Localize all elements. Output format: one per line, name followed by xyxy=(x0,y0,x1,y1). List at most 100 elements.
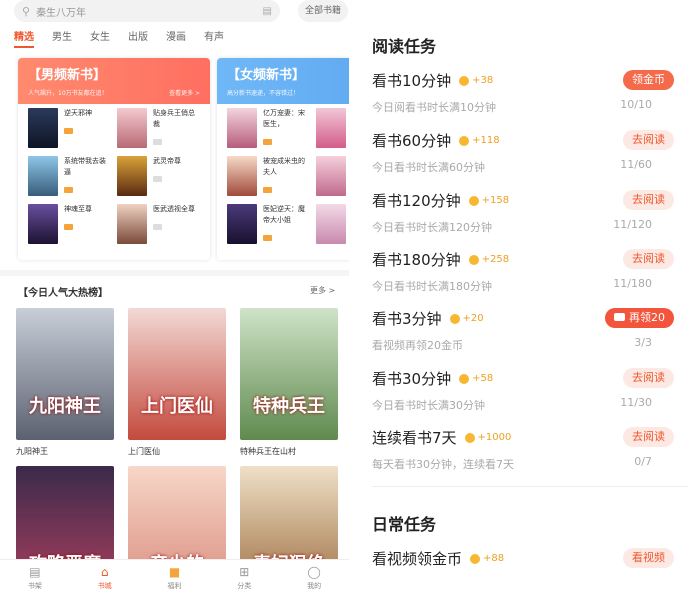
book-badge xyxy=(64,128,73,134)
coin-icon xyxy=(464,432,475,443)
book-cover xyxy=(316,156,346,196)
list-item[interactable]: 神魂至尊 xyxy=(28,204,111,246)
tab-female[interactable]: 女生 xyxy=(90,28,110,48)
tasks-panel: 阅读任务 看书10分钟 +38 今日阅看书时长满10分钟 领金币 10/10 看书… xyxy=(352,0,688,597)
go-read-button[interactable]: 去阅读 xyxy=(623,368,674,388)
task-progress: 3/3 xyxy=(634,336,652,349)
book-title: 九阳神王 xyxy=(16,447,48,456)
book-title: 神魂至尊 xyxy=(64,205,92,213)
reading-tasks-title: 阅读任务 xyxy=(372,37,437,56)
task-reward: +118 xyxy=(472,135,500,146)
nav-label: 福利 xyxy=(167,582,182,590)
list-item[interactable] xyxy=(316,108,349,150)
list-item[interactable]: 系统带我去装逼 xyxy=(28,156,111,198)
list-item[interactable]: 医武透视全尊 xyxy=(117,204,200,246)
list-item[interactable]: 武灵帝尊 xyxy=(117,156,200,198)
list-item[interactable]: 被宠成米虫的夫人 xyxy=(227,156,310,198)
nav-label: 书架 xyxy=(27,582,42,590)
go-read-button[interactable]: 去阅读 xyxy=(623,130,674,150)
coin-icon xyxy=(459,135,470,146)
search-icon: ⚲ xyxy=(22,4,31,18)
claim-coins-button[interactable]: 领金币 xyxy=(623,70,674,90)
go-read-button[interactable]: 去阅读 xyxy=(623,427,674,447)
watch-video-button[interactable]: 看视频 xyxy=(623,548,674,568)
nav-profile[interactable]: ◯ 我的 xyxy=(279,560,349,597)
male-card-header: 【男频新书】 人气飙升，10万书友都在追！ 查看更多 > xyxy=(18,58,210,104)
list-item[interactable]: 上门医仙 上门医仙 xyxy=(128,308,226,457)
book-cover xyxy=(227,204,257,244)
go-read-button[interactable]: 去阅读 xyxy=(623,190,674,210)
female-card-header: 【女频新书】 高分新书速递，不容错过！ xyxy=(217,58,349,104)
tab-male[interactable]: 男生 xyxy=(52,28,72,48)
list-item[interactable] xyxy=(316,204,349,246)
book-title: 医武透视全尊 xyxy=(153,205,195,213)
book-title: 系统带我去装逼 xyxy=(64,157,106,176)
nav-rewards[interactable]: ■ 福利 xyxy=(140,560,210,597)
book-badge xyxy=(64,224,73,230)
book-cover xyxy=(28,156,58,196)
female-card-subtitle: 高分新书速递，不容错过！ xyxy=(227,90,300,97)
list-item[interactable]: 医妃逆天：魔帝大小姐 xyxy=(227,204,310,246)
female-book-grid: 亿万宠妻：宋医生， 被宠成米虫的夫人 医妃逆天：魔帝大小姐 xyxy=(217,104,349,250)
grid-icon: ⊞ xyxy=(239,565,250,579)
scan-icon[interactable]: ▤ xyxy=(263,6,272,17)
go-read-button[interactable]: 去阅读 xyxy=(623,249,674,269)
nav-bookstore[interactable]: ⌂ 书城 xyxy=(70,560,140,597)
list-item[interactable]: 逆天邪神 xyxy=(28,108,111,150)
coin-icon xyxy=(468,254,479,265)
book-badge xyxy=(64,187,73,193)
task-progress: 11/180 xyxy=(613,277,652,290)
nav-label: 分类 xyxy=(237,582,252,590)
cover-title: 上门医仙 xyxy=(141,396,213,417)
watch-video-button[interactable]: 再领20 xyxy=(605,308,674,328)
male-card-title: 【男频新书】 xyxy=(28,68,107,83)
nav-label: 我的 xyxy=(307,582,322,590)
nav-categories[interactable]: ⊞ 分类 xyxy=(209,560,279,597)
tab-featured[interactable]: 精选 xyxy=(14,28,34,48)
search-placeholder: 秦生八万年 xyxy=(36,7,87,19)
bookshelf-icon: ▤ xyxy=(29,565,41,579)
list-item[interactable]: 九阳神王 九阳神王 xyxy=(16,308,114,457)
task-reward: +20 xyxy=(462,313,484,324)
hot-list-more-link[interactable]: 更多 > xyxy=(310,285,335,296)
book-cover xyxy=(227,156,257,196)
daily-tasks-title: 日常任务 xyxy=(372,515,437,534)
hot-list-title: 【今日人气大热榜】 xyxy=(18,288,108,299)
list-item[interactable]: 亿万宠妻：宋医生， xyxy=(227,108,310,150)
male-new-books-card[interactable]: 【男频新书】 人气飙升，10万书友都在追！ 查看更多 > 逆天邪神 贴身兵王俏总裁… xyxy=(18,58,210,260)
book-badge xyxy=(263,139,272,145)
category-tabs: 精选 男生 女生 出版 漫画 有声 xyxy=(14,28,224,48)
tab-audio[interactable]: 有声 xyxy=(204,28,224,48)
task-name: 看视频领金币 xyxy=(372,550,463,568)
task-name: 看书180分钟 xyxy=(372,251,461,269)
book-cover xyxy=(28,204,58,244)
list-item[interactable]: 特种兵王 特种兵王在山村 xyxy=(240,308,338,457)
list-item[interactable] xyxy=(316,156,349,198)
task-name: 连续看书7天 xyxy=(372,429,457,447)
task-reward: +58 xyxy=(472,373,494,384)
book-badge xyxy=(263,235,272,241)
book-title: 贴身兵王俏总裁 xyxy=(153,109,195,128)
search-input[interactable]: ⚲ 秦生八万年 ▤ xyxy=(14,0,280,22)
task-name: 看书3分钟 xyxy=(372,310,442,328)
book-badge xyxy=(263,187,272,193)
tab-comics[interactable]: 漫画 xyxy=(166,28,186,48)
bottom-nav: ▤ 书架 ⌂ 书城 ■ 福利 ⊞ 分类 ◯ 我的 xyxy=(0,559,349,597)
male-card-more-link[interactable]: 查看更多 > xyxy=(169,88,200,97)
book-badge xyxy=(153,176,162,182)
task-reward: +88 xyxy=(483,553,505,564)
female-new-books-card[interactable]: 【女频新书】 高分新书速递，不容错过！ 亿万宠妻：宋医生， 被宠成米虫的夫人 医… xyxy=(217,58,349,260)
book-badge xyxy=(153,139,162,145)
book-badge xyxy=(153,224,162,230)
screen: ⚲ 秦生八万年 ▤ 全部书籍 精选 男生 女生 出版 漫画 有声 【男频新书】 … xyxy=(0,0,688,597)
coin-icon xyxy=(470,553,481,564)
task-name: 看书30分钟 xyxy=(372,370,452,388)
female-card-title: 【女频新书】 xyxy=(227,68,306,83)
task-row: 看书30分钟 +58 今日看书时长满30分钟 去阅读 11/30 xyxy=(372,368,682,426)
tab-publishing[interactable]: 出版 xyxy=(128,28,148,48)
book-cover xyxy=(117,156,147,196)
task-progress: 11/120 xyxy=(613,218,652,231)
all-books-button[interactable]: 全部书籍 xyxy=(298,0,348,22)
nav-bookshelf[interactable]: ▤ 书架 xyxy=(0,560,70,597)
list-item[interactable]: 贴身兵王俏总裁 xyxy=(117,108,200,150)
